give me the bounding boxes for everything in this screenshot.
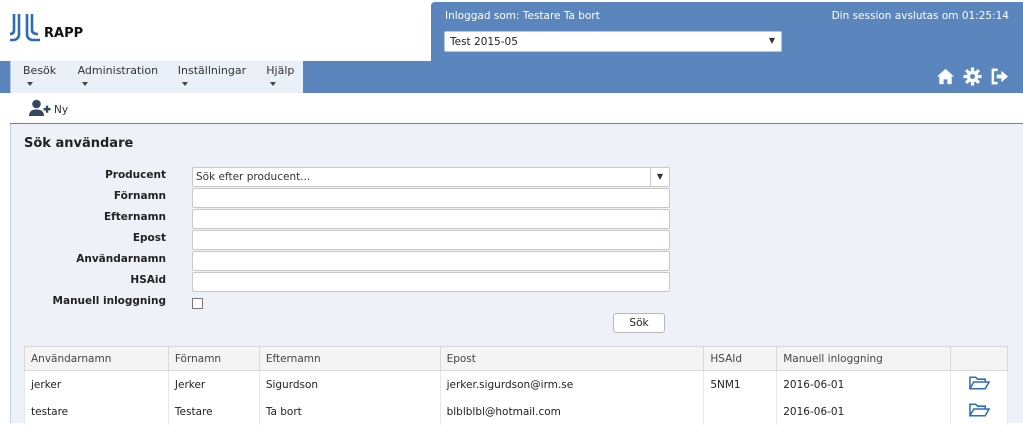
menu-item-besok[interactable]: Besök (11, 64, 65, 90)
menu-item-administration[interactable]: Administration (65, 64, 165, 90)
users-table: Användarnamn Förnamn Efternamn Epost HSA… (24, 346, 1008, 425)
menu-item-hjalp[interactable]: Hjälp (253, 64, 303, 90)
caret-down-icon (27, 82, 33, 86)
unit-select-value: Test 2015-05 (450, 36, 518, 48)
cell-email: blblblbl@hotmail.com (439, 398, 705, 425)
rapp-logo-icon (10, 14, 40, 42)
session-panel: Inloggad som: Testare Ta bort Din sessio… (431, 2, 1023, 62)
caret-down-icon (181, 82, 188, 86)
column-header-epost[interactable]: Epost (439, 346, 705, 371)
page-title: Sök användare (24, 136, 134, 151)
session-timer: Din session avslutas om 01:25:14 (831, 10, 1009, 22)
epost-field[interactable] (192, 230, 670, 250)
cell-hsaid (703, 398, 778, 425)
menu-item-label: Inställningar (177, 64, 247, 77)
cell-firstname: Jerker (167, 370, 260, 398)
efternamn-field[interactable] (192, 209, 670, 229)
cell-lastname: Ta bort (258, 398, 441, 425)
new-user-button[interactable]: Ny (29, 99, 68, 117)
producent-select[interactable]: Sök efter producent... ▼ (192, 167, 670, 187)
menu-item-label: Besök (23, 64, 57, 77)
anvandarnamn-field[interactable] (192, 251, 670, 271)
cell-username: testare (24, 398, 169, 425)
cell-email: jerker.sigurdson@irm.se (439, 370, 705, 398)
brand-name: RAPP (44, 26, 84, 41)
fornamn-label: Förnamn (113, 190, 166, 202)
home-icon[interactable] (936, 67, 955, 86)
toolbar: Ny (10, 93, 1023, 124)
unit-select[interactable]: Test 2015-05 ▼ (444, 31, 782, 52)
cell-username: jerker (24, 370, 169, 398)
rapp-logo[interactable]: RAPP (10, 12, 83, 42)
efternamn-label: Efternamn (103, 211, 166, 223)
chevron-down-icon: ▼ (768, 36, 775, 45)
new-user-label: Ny (54, 104, 69, 116)
manuell-inloggning-label: Manuell inloggning (52, 295, 166, 307)
nav-icons (936, 67, 1009, 86)
caret-down-icon (270, 82, 277, 86)
column-header-anvandarnamn[interactable]: Användarnamn (24, 346, 169, 371)
gear-icon[interactable] (963, 67, 982, 86)
hsaid-field[interactable] (192, 272, 670, 292)
table-header-row: Användarnamn Förnamn Efternamn Epost HSA… (24, 346, 1008, 371)
column-header-actions (950, 346, 1008, 371)
table-row[interactable]: jerker Jerker Sigurdson jerker.sigurdson… (24, 370, 1008, 398)
producent-label: Producent (105, 169, 166, 181)
main-navbar: Besök Administration Inställningar Hjälp (0, 61, 1023, 93)
cell-hsaid: 5NM1 (703, 370, 778, 398)
cell-actions (950, 370, 1008, 398)
epost-label: Epost (132, 232, 166, 244)
column-header-hsaid[interactable]: HSAId (703, 346, 778, 371)
cell-manual-login: 2016-06-01 (776, 370, 952, 398)
menu-item-label: Administration (77, 64, 159, 77)
column-header-efternamn[interactable]: Efternamn (258, 346, 441, 371)
cell-actions (950, 398, 1008, 425)
menu-item-label: Hjälp (266, 64, 295, 77)
table-row[interactable]: testare Testare Ta bort blblblbl@hotmail… (24, 398, 1008, 425)
column-header-fornamn[interactable]: Förnamn (167, 346, 260, 371)
caret-down-icon (81, 82, 88, 86)
logout-icon[interactable] (990, 67, 1009, 86)
search-button[interactable]: Sök (613, 313, 665, 333)
search-users-panel: Sök användare Producent Sök efter produc… (10, 124, 1023, 425)
main-menu: Besök Administration Inställningar Hjälp (10, 61, 303, 93)
cell-firstname: Testare (167, 398, 260, 425)
hsaid-label: HSAid (130, 274, 166, 286)
cell-manual-login: 2016-06-01 (776, 398, 952, 425)
folder-open-icon[interactable] (968, 402, 990, 418)
fornamn-field[interactable] (192, 188, 670, 208)
logged-in-text: Inloggad som: Testare Ta bort (445, 10, 600, 22)
producent-placeholder: Sök efter producent... (196, 171, 311, 183)
folder-open-icon[interactable] (968, 375, 990, 391)
anvandarnamn-label: Användarnamn (76, 253, 166, 265)
menu-item-installningar[interactable]: Inställningar (165, 64, 254, 90)
add-user-icon (29, 99, 51, 116)
manuell-inloggning-checkbox[interactable] (192, 298, 203, 309)
chevron-down-icon: ▼ (650, 168, 669, 186)
column-header-manuell-inloggning[interactable]: Manuell inloggning (776, 346, 952, 371)
cell-lastname: Sigurdson (258, 370, 441, 398)
